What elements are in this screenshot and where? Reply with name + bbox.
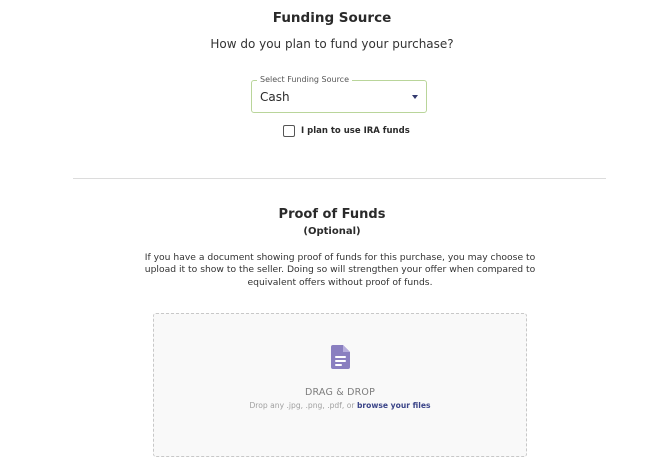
ira-funds-checkbox[interactable] [283, 125, 295, 137]
funding-question: How do you plan to fund your purchase? [210, 37, 454, 51]
browse-files-link[interactable]: browse your files [357, 401, 431, 410]
drag-drop-heading: DRAG & DROP [305, 387, 375, 398]
drop-hint-text: Drop any .jpg, .png, .pdf, or [249, 401, 357, 410]
file-dropzone[interactable]: DRAG & DROP Drop any .jpg, .png, .pdf, o… [153, 313, 527, 457]
proof-of-funds-description: If you have a document showing proof of … [144, 252, 536, 288]
file-document-icon [331, 345, 350, 373]
funding-source-select-label: Select Funding Source [257, 74, 352, 86]
drop-hint: Drop any .jpg, .png, .pdf, or browse you… [154, 401, 526, 410]
funding-source-select-value: Cash [260, 90, 290, 104]
proof-of-funds-optional: (Optional) [303, 226, 361, 237]
ira-funds-checkbox-label[interactable]: I plan to use IRA funds [301, 126, 410, 136]
funding-source-title: Funding Source [272, 10, 392, 26]
funding-source-select[interactable]: Select Funding Source Cash [251, 74, 427, 113]
caret-down-icon [412, 95, 418, 99]
proof-of-funds-title: Proof of Funds [278, 207, 386, 222]
section-divider [73, 178, 606, 179]
